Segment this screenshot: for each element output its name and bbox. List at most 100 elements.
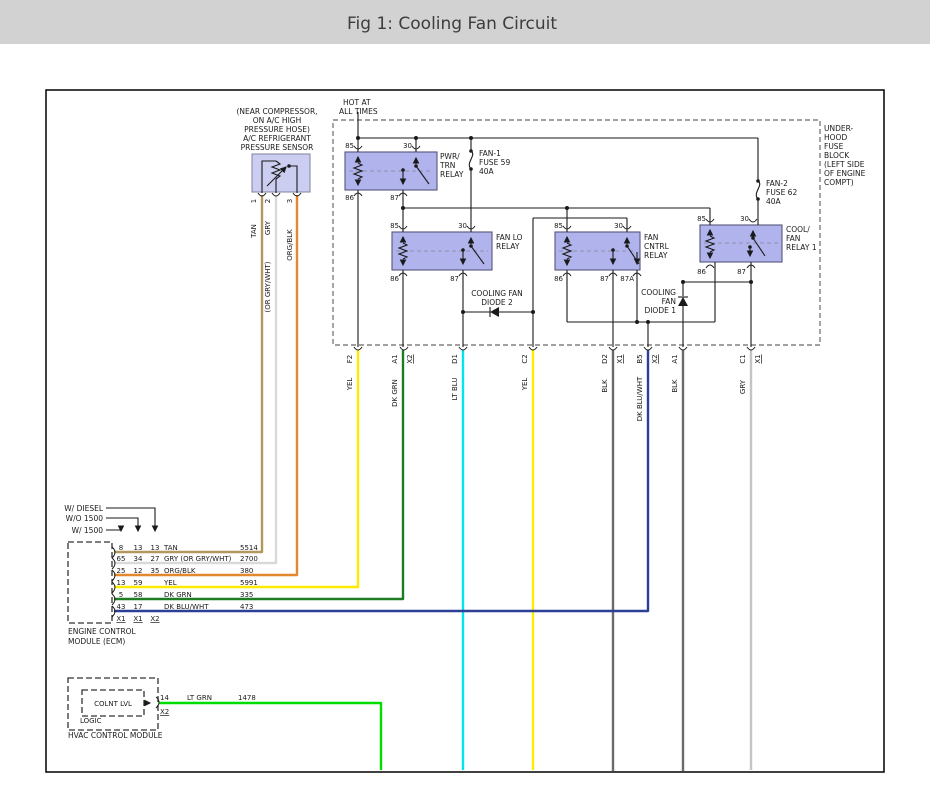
svg-text:RELAY: RELAY [440, 170, 464, 179]
svg-text:5514: 5514 [240, 544, 258, 552]
svg-text:58: 58 [134, 591, 143, 599]
hvac-logic-label: COLNT LVL [94, 700, 132, 708]
svg-text:BLK: BLK [601, 379, 609, 393]
svg-text:RELAY: RELAY [496, 242, 520, 251]
svg-text:GRY: GRY [264, 220, 272, 235]
svg-text:34: 34 [134, 555, 143, 563]
svg-text:RELAY: RELAY [644, 251, 668, 260]
svg-text:PRESSURE SENSOR: PRESSURE SENSOR [241, 143, 314, 152]
svg-text:COOL/: COOL/ [786, 225, 810, 234]
svg-text:PWR/: PWR/ [440, 152, 460, 161]
svg-text:2700: 2700 [240, 555, 258, 563]
svg-text:A/C REFRIGERANT: A/C REFRIGERANT [243, 134, 311, 143]
svg-text:ORG/BLK: ORG/BLK [164, 567, 196, 575]
svg-text:17: 17 [134, 603, 143, 611]
svg-text:(LEFT SIDE: (LEFT SIDE [824, 160, 865, 169]
svg-text:LT BLU: LT BLU [451, 378, 459, 401]
svg-text:TRN: TRN [439, 161, 455, 170]
svg-text:LT GRN: LT GRN [187, 694, 212, 702]
svg-text:D2: D2 [601, 354, 609, 364]
svg-text:C2: C2 [521, 354, 529, 363]
svg-text:COMPT): COMPT) [824, 178, 854, 187]
svg-text:30: 30 [458, 222, 467, 230]
svg-text:X1: X1 [616, 354, 624, 363]
svg-text:35: 35 [151, 567, 160, 575]
svg-text:COOLING FAN: COOLING FAN [471, 289, 523, 298]
svg-text:A1: A1 [671, 354, 679, 363]
svg-text:DK GRN: DK GRN [391, 379, 399, 407]
svg-text:FAN: FAN [662, 297, 676, 306]
power-label: HOT AT [343, 98, 371, 107]
cooling-fan-circuit-diagram: Fig 1: Cooling Fan Circuit HOT AT ALL TI… [0, 0, 930, 773]
svg-text:X2: X2 [406, 354, 414, 363]
svg-text:65: 65 [117, 555, 126, 563]
svg-text:86: 86 [345, 194, 354, 202]
svg-text:CNTRL: CNTRL [644, 242, 670, 251]
svg-text:FAN: FAN [786, 234, 800, 243]
svg-text:85: 85 [345, 142, 354, 150]
svg-text:86: 86 [697, 268, 706, 276]
svg-text:FUSE: FUSE [824, 142, 844, 151]
svg-text:85: 85 [554, 222, 563, 230]
svg-text:(NEAR COMPRESSOR,: (NEAR COMPRESSOR, [236, 107, 317, 116]
svg-text:86: 86 [554, 275, 563, 283]
svg-text:5991: 5991 [240, 579, 258, 587]
svg-text:1478: 1478 [238, 694, 256, 702]
svg-text:14: 14 [160, 694, 169, 702]
svg-text:TAN: TAN [163, 544, 178, 552]
svg-text:YEL: YEL [521, 378, 529, 392]
svg-text:27: 27 [151, 555, 160, 563]
svg-text:D1: D1 [451, 354, 459, 364]
svg-text:DIODE 2: DIODE 2 [481, 298, 513, 307]
svg-text:FUSE 59: FUSE 59 [479, 158, 510, 167]
svg-text:UNDER-: UNDER- [824, 124, 854, 133]
svg-text:ORG/BLK: ORG/BLK [286, 229, 294, 261]
svg-text:87: 87 [737, 268, 746, 276]
svg-text:5: 5 [119, 591, 123, 599]
svg-text:BLOCK: BLOCK [824, 151, 850, 160]
svg-text:W/O 1500: W/O 1500 [66, 514, 104, 523]
svg-text:12: 12 [134, 567, 143, 575]
svg-text:F2: F2 [346, 355, 354, 363]
svg-text:40A: 40A [479, 167, 495, 176]
svg-text:87: 87 [450, 275, 459, 283]
svg-text:BLK: BLK [671, 379, 679, 393]
svg-text:FAN: FAN [644, 233, 658, 242]
svg-text:B5: B5 [636, 354, 644, 363]
svg-text:3: 3 [286, 199, 294, 203]
svg-text:FUSE 62: FUSE 62 [766, 188, 797, 197]
svg-text:30: 30 [614, 222, 623, 230]
svg-text:X1: X1 [116, 615, 125, 623]
svg-text:(OR GRY/WHT): (OR GRY/WHT) [264, 261, 272, 312]
svg-text:HOOD: HOOD [824, 133, 847, 142]
svg-text:GRY: GRY [739, 379, 747, 394]
svg-text:X2: X2 [150, 615, 159, 623]
pressure-sensor-box [251, 153, 311, 193]
svg-text:W/ 1500: W/ 1500 [72, 526, 104, 535]
svg-text:FAN LO: FAN LO [496, 233, 523, 242]
svg-text:13: 13 [117, 579, 126, 587]
svg-text:ON A/C HIGH: ON A/C HIGH [253, 116, 301, 125]
svg-text:30: 30 [403, 142, 412, 150]
svg-text:87: 87 [600, 275, 609, 283]
svg-text:DK GRN: DK GRN [164, 591, 192, 599]
svg-text:ALL TIMES: ALL TIMES [339, 107, 378, 116]
svg-text:A1: A1 [391, 354, 399, 363]
svg-text:DIODE 1: DIODE 1 [644, 306, 676, 315]
svg-text:YEL: YEL [346, 378, 354, 392]
svg-text:87A: 87A [620, 275, 634, 283]
svg-text:X2: X2 [651, 354, 659, 363]
svg-text:13: 13 [151, 544, 160, 552]
svg-text:LOGIC: LOGIC [80, 717, 102, 725]
figure-title: Fig 1: Cooling Fan Circuit [347, 14, 557, 34]
svg-text:TAN: TAN [250, 224, 258, 239]
svg-text:YEL: YEL [163, 579, 177, 587]
svg-text:GRY (OR GRY/WHT): GRY (OR GRY/WHT) [164, 555, 232, 563]
svg-text:86: 86 [390, 275, 399, 283]
svg-text:13: 13 [134, 544, 143, 552]
svg-text:8: 8 [119, 544, 123, 552]
svg-text:X2: X2 [160, 708, 169, 716]
svg-text:W/ DIESEL: W/ DIESEL [64, 504, 104, 513]
svg-text:X1: X1 [754, 354, 762, 363]
svg-text:OF ENGINE: OF ENGINE [824, 169, 866, 178]
